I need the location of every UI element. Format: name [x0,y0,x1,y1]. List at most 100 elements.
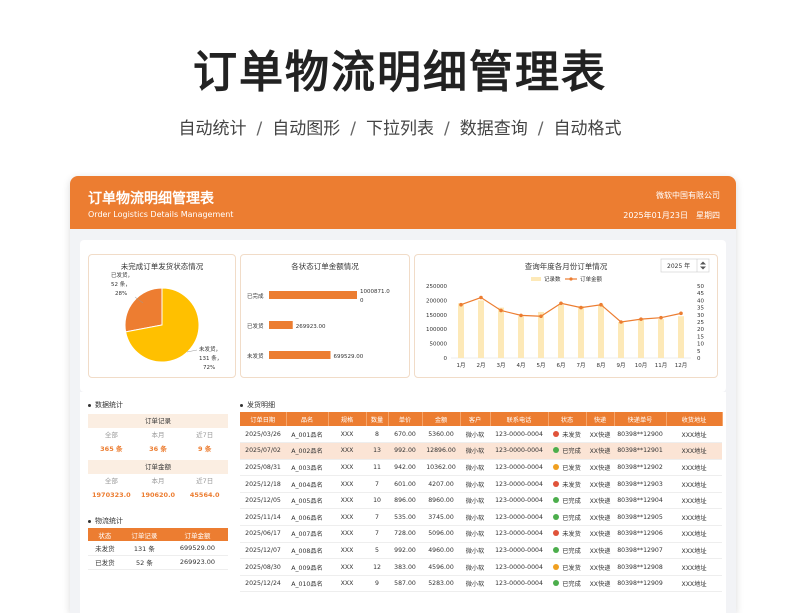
hero-title: 订单物流明细管理表 [193,47,607,98]
table-cell: XX快递 [586,575,614,593]
table-row: 未发货 131 条 699529.00 [88,541,228,556]
x-tick: 7月 [577,362,586,369]
feature-item: 自动统计 [178,119,247,139]
table-cell: 601.00 [388,475,422,493]
pie-percent: 72% [203,365,215,371]
amount-point [519,313,523,318]
table-cell: XX快递 [586,459,614,477]
table-cell: 535.00 [388,508,422,527]
status-text: 未发货 [562,431,581,439]
y-tick-left: 150000 [426,313,447,319]
table-cell: 4960.00 [422,542,460,560]
table-cell: 123-0000-0004 [490,459,548,477]
table-header-row: 订单日期 品名 规格 数量 单价 金额 客户 联系电话 状态 快递 快递单号 收货地址 [240,412,723,426]
table-cell: XXX [328,442,366,460]
x-tick: 11月 [655,362,668,369]
table-cell: 728.00 [388,525,422,543]
record-bar [678,316,684,358]
table-cell: 微小软 [460,542,490,560]
y-tick-right: 0 [697,356,701,362]
data-stats-title: 数据统计 [88,398,228,412]
check-circle-icon [553,497,560,504]
table-cell: 2025/08/30 [240,558,286,576]
amount-point [639,317,643,321]
y-tick-left: 50000 [430,342,448,348]
table-row: 已发货 52 条 269923.00 [88,555,228,570]
bar-value-label: 699529.00 [334,354,364,360]
pie-label: 未发货， [199,345,221,353]
table-cell: 13 [366,442,388,460]
table-cell: 123-0000-0004 [490,508,548,527]
column-header: 规格 [328,412,367,426]
pie-slice [124,287,163,333]
table-cell: 7 [366,508,388,527]
y-tick-right: 25 [697,320,704,326]
order-records-values: 365 条 36 条 9 条 [88,442,228,456]
x-tick: 8月 [597,362,606,369]
table-cell: 9 [366,575,388,593]
charts-area: 未完成订单发货状态情况 已发货， 52 条， 28% 未发货， 131 条， 72% 各状… [80,240,726,392]
amount-point [539,314,543,319]
column-header: 订单记录 [121,528,167,541]
y-tick-left: 200000 [426,298,447,304]
table-row[interactable]: 2025/08/31 A_003品名 XXX 11 942.00 10362.00 微小软 1… [240,459,722,477]
status-cell: 已发货 [548,558,586,576]
table-row[interactable]: 2025/11/14 A_006品名 XXX 7 535.00 3745.00 微小软 123… [240,508,722,527]
table-cell: 383.00 [388,558,422,576]
table-cell: XXX [328,575,366,593]
label-all: 全部 [104,431,118,439]
status-text: 已完成 [562,448,581,456]
y-tick-left: 250000 [426,284,447,290]
monthly-chart: 2025 年记录数 订单金额050000100000150000200000250… [426,258,710,369]
table-cell: A_001品名 [286,426,328,444]
label-month: 本月 [151,477,165,485]
table-cell: 80398**12902 [614,459,666,477]
table-row[interactable]: 2025/08/30 A_009品名 XXX 12 383.00 4596.00 微小软 12… [240,558,722,576]
table-cell: 80398**12904 [614,492,666,510]
amount-bar [269,351,331,359]
table-row[interactable]: 2025/12/05 A_005品名 XXX 10 896.00 8960.00 微小软 12… [240,492,722,510]
order-records-labels: 全部 本月 近7日 [88,428,228,442]
table-cell: 12 [366,558,388,576]
column-header: 订单金额 [166,528,228,541]
table-cell: 7 [366,525,388,543]
bar-value-label: 0 [360,298,364,304]
table-cell: A_003品名 [286,459,328,477]
column-header: 品名 [286,412,329,426]
details-column: 发货明细 订单日期 品名 规格 数量 单价 金额 客户 联系电话 状态 快递 快递单号 收货地址 20… [240,398,724,593]
table-cell: 微小软 [460,475,490,493]
status-cell: 已完成 [548,508,586,527]
table-cell: XX快递 [586,558,614,576]
table-row[interactable]: 2025/12/07 A_008品名 XXX 5 992.00 4960.00 微小软 123… [240,542,722,560]
table-row[interactable]: 2025/07/02 A_002品名 XXX 13 992.00 12896.00 微小软 1… [240,442,722,460]
table-cell: 80398**12906 [614,525,666,543]
table-cell: A_010品名 [286,575,328,593]
table-row[interactable]: 2025/12/24 A_010品名 XXX 9 587.00 5283.00 微小软 123… [240,575,722,593]
column-header: 金额 [422,412,461,426]
x-tick: 3月 [497,362,506,369]
table-cell: XX快递 [586,492,614,510]
bullet-icon [88,519,91,523]
bar-value-label: 269923.00 [296,324,326,330]
x-circle-icon [553,530,560,537]
x-tick: 9月 [617,362,626,369]
table-cell: XXX地址 [666,508,722,527]
y-tick-right: 45 [697,291,704,297]
amount-point [459,302,463,307]
amount-point [579,305,583,310]
table-cell: A_008品名 [286,542,328,560]
x-tick: 1月 [457,362,466,369]
table-cell: 2025/12/18 [240,475,286,493]
separator: / [350,119,356,139]
table-row[interactable]: 2025/12/18 A_004品名 XXX 7 601.00 4207.00 微小软 123… [240,475,722,493]
table-cell: XXX [328,492,366,510]
column-header: 客户 [460,412,491,426]
table-row[interactable]: 2025/03/26 A_001品名 XXX 8 670.00 5360.00 微小软 123… [240,426,722,444]
pie-count: 52 条， [111,280,131,288]
status-text: 已完成 [562,581,581,589]
y-tick-right: 35 [697,306,704,312]
table-cell: 80398**12900 [614,426,666,444]
bullet-icon [88,403,91,407]
table-cell: 已发货 [88,555,122,570]
table-row[interactable]: 2025/06/17 A_007品名 XXX 7 728.00 5096.00 微小软 123… [240,525,722,543]
